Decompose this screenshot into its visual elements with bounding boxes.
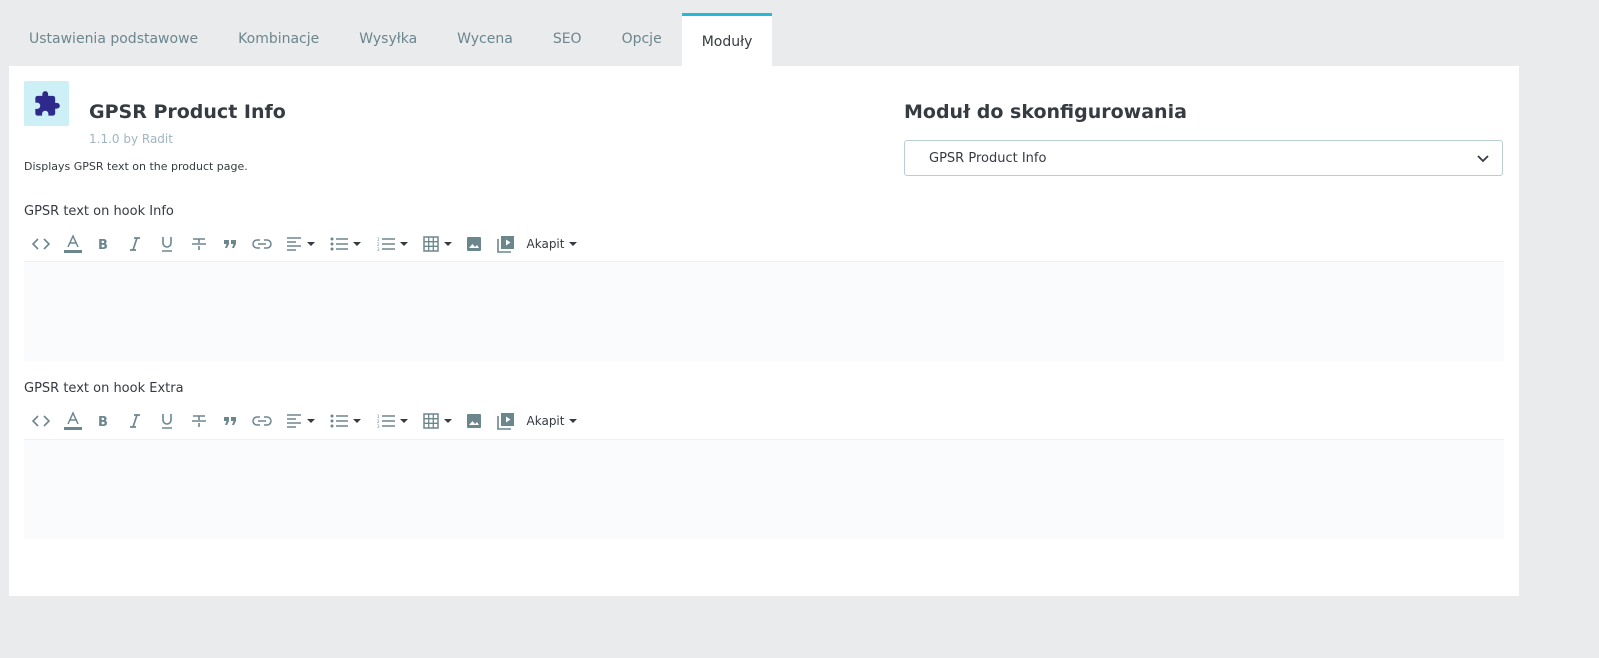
link-icon[interactable] [246, 406, 278, 436]
media-icon[interactable] [490, 229, 522, 259]
tab-wysylka[interactable]: Wysyłka [339, 13, 437, 66]
link-icon[interactable] [246, 229, 278, 259]
paragraph-format-dropdown[interactable]: Akapit [522, 406, 582, 436]
underline-icon[interactable] [150, 406, 184, 436]
blockquote-icon[interactable] [214, 229, 246, 259]
bold-icon[interactable]: B [88, 406, 120, 436]
module-title: GPSR Product Info [89, 101, 286, 123]
svg-text:3: 3 [377, 247, 380, 251]
code-icon[interactable] [24, 406, 58, 436]
editor-toolbar-info: B 123 Akapit [24, 229, 1504, 259]
svg-text:B: B [98, 238, 108, 251]
editor-hook-info[interactable] [24, 261, 1504, 361]
editor-toolbar-extra: B 123 Akapit [24, 406, 1504, 436]
italic-icon[interactable] [120, 406, 150, 436]
tab-seo[interactable]: SEO [533, 13, 602, 66]
strikethrough-icon[interactable] [184, 406, 214, 436]
tab-ustawienia-podstawowe[interactable]: Ustawienia podstawowe [9, 13, 218, 66]
product-tabs: Ustawienia podstawowe Kombinacje Wysyłka… [9, 13, 773, 66]
modules-panel: GPSR Product Info 1.1.0 by Radit Display… [9, 66, 1519, 596]
module-description: Displays GPSR text on the product page. [24, 160, 248, 173]
numbered-list-icon[interactable]: 123 [368, 406, 416, 436]
editor-hook-extra[interactable] [24, 439, 1504, 539]
text-color-icon[interactable] [58, 406, 88, 436]
align-icon[interactable] [278, 229, 322, 259]
bullet-list-icon[interactable] [322, 229, 368, 259]
numbered-list-icon[interactable]: 123 [368, 229, 416, 259]
bold-icon[interactable]: B [88, 229, 120, 259]
paragraph-format-label: Akapit [526, 237, 565, 251]
underline-icon[interactable] [150, 229, 184, 259]
bullet-list-icon[interactable] [322, 406, 368, 436]
field-label-hook-extra: GPSR text on hook Extra [24, 381, 184, 396]
image-icon[interactable] [458, 229, 490, 259]
svg-text:B: B [98, 415, 108, 428]
module-select-value: GPSR Product Info [929, 150, 1047, 166]
italic-icon[interactable] [120, 229, 150, 259]
paragraph-format-label: Akapit [526, 414, 565, 428]
config-title: Moduł do skonfigurowania [904, 101, 1187, 123]
puzzle-icon [24, 81, 69, 126]
media-icon[interactable] [490, 406, 522, 436]
tab-kombinacje[interactable]: Kombinacje [218, 13, 339, 66]
chevron-down-icon [1476, 151, 1490, 169]
paragraph-format-dropdown[interactable]: Akapit [522, 229, 582, 259]
table-icon[interactable] [416, 406, 458, 436]
blockquote-icon[interactable] [214, 406, 246, 436]
tab-wycena[interactable]: Wycena [437, 13, 533, 66]
strikethrough-icon[interactable] [184, 229, 214, 259]
svg-text:3: 3 [377, 424, 380, 428]
table-icon[interactable] [416, 229, 458, 259]
tab-opcje[interactable]: Opcje [602, 13, 682, 66]
tab-moduly[interactable]: Moduły [681, 13, 773, 66]
align-icon[interactable] [278, 406, 322, 436]
code-icon[interactable] [24, 229, 58, 259]
module-select[interactable]: GPSR Product Info [904, 140, 1503, 176]
module-version: 1.1.0 by Radit [89, 132, 173, 146]
image-icon[interactable] [458, 406, 490, 436]
text-color-icon[interactable] [58, 229, 88, 259]
field-label-hook-info: GPSR text on hook Info [24, 204, 174, 219]
